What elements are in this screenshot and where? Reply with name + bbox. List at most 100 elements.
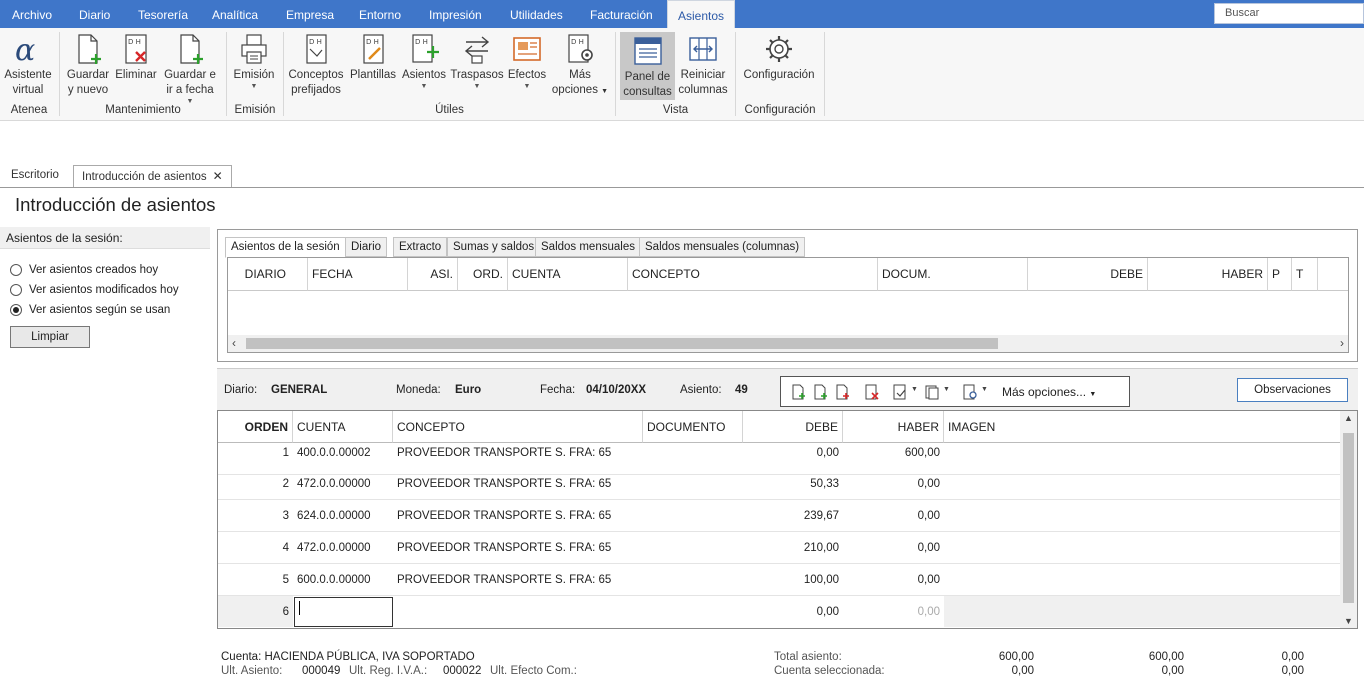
column-header-haber[interactable]: HABER [1148,258,1268,291]
duplicate-line-icon[interactable] [834,384,850,400]
tab-extracto[interactable]: Extracto [393,237,448,257]
menu-archivo[interactable]: Archivo [10,0,54,28]
menu-empresa[interactable]: Empresa [284,0,336,28]
radio-button[interactable] [10,264,22,276]
menu-utilidades[interactable]: Utilidades [508,0,565,28]
cell-haber[interactable]: 0,00 [843,468,944,499]
radio-ver-segun-se-usan[interactable]: Ver asientos según se usan [10,304,170,316]
column-header-concepto[interactable]: CONCEPTO [628,258,878,291]
radio-button[interactable] [10,284,22,296]
column-header-concepto[interactable]: CONCEPTO [393,411,643,443]
cell-haber[interactable]: 0,00 [843,500,944,531]
tab-escritorio[interactable]: Escritorio [3,165,67,187]
cell-documento[interactable] [643,500,743,531]
column-header-cuenta[interactable]: CUENTA [508,258,628,291]
column-header-debe[interactable]: DEBE [1028,258,1148,291]
add-line-icon[interactable] [812,384,828,400]
delete-line-icon[interactable] [864,384,880,400]
column-header-t[interactable]: T [1292,258,1318,291]
menu-facturacion[interactable]: Facturación [588,0,655,28]
cell-debe[interactable]: 100,00 [743,564,843,595]
column-header-documento[interactable]: DOCUMENTO [643,411,743,443]
column-header-asi[interactable]: ASI. [408,258,458,291]
mas-opciones-dropdown[interactable]: Más opciones... ▼ [1002,385,1096,399]
cuenta-edit-input[interactable] [294,597,393,627]
cell-cuenta[interactable]: 600.0.0.00000 [293,564,393,595]
cell-concepto[interactable] [393,596,743,627]
guardar-nuevo-button[interactable]: Guardar y nuevo [64,32,112,98]
eliminar-button[interactable]: D H Eliminar [114,32,158,83]
column-header-cuenta[interactable]: CUENTA [293,411,393,443]
menu-tesoreria[interactable]: Tesorería [136,0,190,28]
copy-document-icon[interactable] [924,384,940,400]
cell-documento[interactable] [643,564,743,595]
scrollbar-thumb[interactable] [246,338,998,349]
tab-saldos-mensuales-columnas[interactable]: Saldos mensuales (columnas) [639,237,806,257]
cell-debe[interactable]: 210,00 [743,532,843,563]
cell-debe[interactable]: 50,33 [743,468,843,499]
scroll-right-icon[interactable]: › [1340,336,1344,350]
cell-haber[interactable]: 0,00 [843,596,944,627]
cell-debe[interactable]: 239,67 [743,500,843,531]
cell-haber[interactable]: 0,00 [843,564,944,595]
cell-documento[interactable] [643,532,743,563]
cell-concepto[interactable]: PROVEEDOR TRANSPORTE S. FRA: 65 [393,532,643,563]
panel-consultas-button[interactable]: Panel de consultas [620,32,675,100]
tab-introduccion-asientos[interactable]: Introducción de asientos ✕ [73,165,232,188]
radio-ver-creados-hoy[interactable]: Ver asientos creados hoy [10,264,158,276]
menu-impresion[interactable]: Impresión [427,0,484,28]
cell-debe[interactable]: 0,00 [743,596,843,627]
menu-asientos[interactable]: Asientos [667,0,735,29]
close-icon[interactable]: ✕ [213,169,223,183]
asistente-virtual-button[interactable]: α Asistente virtual [2,32,54,98]
column-header-fecha[interactable]: FECHA [308,258,408,291]
column-header-docum[interactable]: DOCUM. [878,258,1028,291]
horizontal-scrollbar[interactable]: ‹ › [228,335,1348,352]
menu-diario[interactable]: Diario [77,0,112,28]
cell-concepto[interactable]: PROVEEDOR TRANSPORTE S. FRA: 65 [393,468,643,499]
tab-sumas-saldos[interactable]: Sumas y saldos [447,237,541,257]
column-header-p[interactable]: P [1268,258,1292,291]
cell-cuenta[interactable]: 472.0.0.00000 [293,532,393,563]
efectos-button[interactable]: Efectos ▼ [506,32,548,91]
column-header-diario[interactable]: DIARIO [228,258,308,291]
search-input[interactable]: Buscar [1214,3,1364,24]
conceptos-prefijados-button[interactable]: D H Conceptos prefijados [286,32,346,98]
tab-asientos-sesion[interactable]: Asientos de la sesión [225,237,346,258]
menu-entorno[interactable]: Entorno [357,0,403,28]
tab-diario[interactable]: Diario [345,237,388,257]
limpiar-button[interactable]: Limpiar [10,326,90,348]
column-header-imagen[interactable]: IMAGEN [944,411,1341,443]
cell-concepto[interactable]: PROVEEDOR TRANSPORTE S. FRA: 65 [393,500,643,531]
check-document-icon[interactable] [892,384,908,400]
column-header-haber[interactable]: HABER [843,411,944,443]
table-row[interactable]: 3 624.0.0.00000 PROVEEDOR TRANSPORTE S. … [218,500,1341,532]
cell-haber[interactable]: 0,00 [843,532,944,563]
emision-button[interactable]: Emisión ▼ [230,32,278,91]
cell-cuenta[interactable]: 624.0.0.00000 [293,500,393,531]
cell-cuenta[interactable]: 472.0.0.00000 [293,468,393,499]
scroll-down-icon[interactable]: ▼ [1344,616,1353,626]
insert-line-icon[interactable] [790,384,806,400]
table-row[interactable]: 2 472.0.0.00000 PROVEEDOR TRANSPORTE S. … [218,468,1341,500]
scrollbar-thumb[interactable] [1343,433,1354,603]
menu-analitica[interactable]: Analítica [210,0,260,28]
radio-button-selected[interactable] [10,304,22,316]
reiniciar-columnas-button[interactable]: Reiniciar columnas [677,32,729,98]
tab-saldos-mensuales[interactable]: Saldos mensuales [535,237,641,257]
table-row-new[interactable]: 6 0,00 0,00 [218,596,1341,628]
plantillas-button[interactable]: D H Plantillas [348,32,398,83]
column-header-orden[interactable]: ORDEN [218,411,293,443]
vertical-scrollbar[interactable]: ▲ ▼ [1340,411,1357,628]
asientos-button[interactable]: D H Asientos ▼ [400,32,448,91]
chevron-down-icon[interactable]: ▼ [911,386,918,393]
mas-opciones-button[interactable]: D H Más opciones ▼ [550,32,610,99]
guardar-fecha-button[interactable]: Guardar e ir a fecha ▼ [160,32,220,106]
traspasos-button[interactable]: Traspasos ▼ [450,32,504,91]
column-header-ord[interactable]: ORD. [458,258,508,291]
radio-ver-modificados-hoy[interactable]: Ver asientos modificados hoy [10,284,179,296]
configuracion-button[interactable]: Configuración [740,32,818,83]
scroll-left-icon[interactable]: ‹ [232,336,236,350]
cell-concepto[interactable]: PROVEEDOR TRANSPORTE S. FRA: 65 [393,564,643,595]
table-row[interactable]: 5 600.0.0.00000 PROVEEDOR TRANSPORTE S. … [218,564,1341,596]
